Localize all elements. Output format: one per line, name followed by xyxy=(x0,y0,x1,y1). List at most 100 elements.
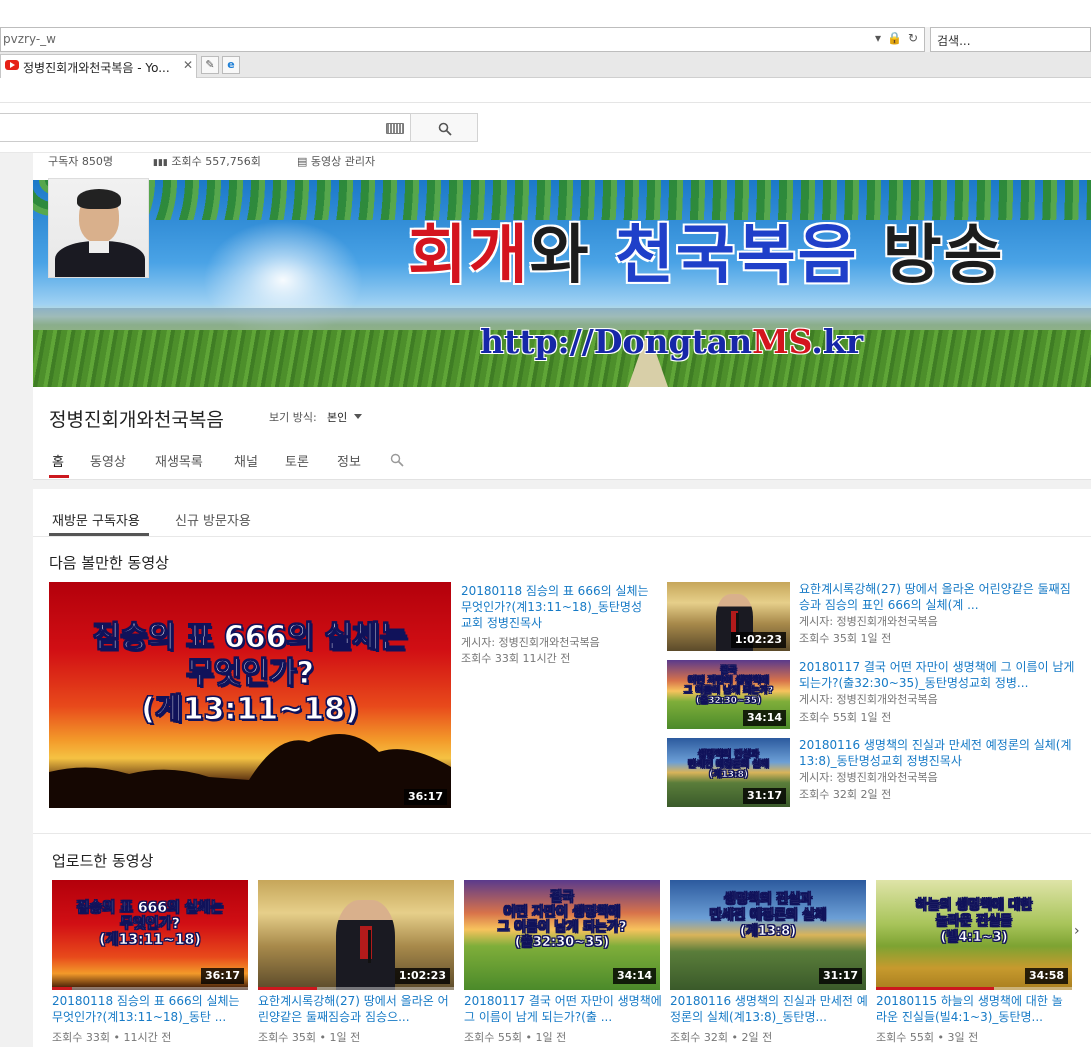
side-video-title[interactable]: 20180117 결국 어떤 자만이 생명책에 그 이름이 남게 되는가?(출3… xyxy=(799,659,1075,691)
dropdown-icon[interactable]: ▾ xyxy=(875,31,881,45)
thumb-line: 생명책의 진실과 xyxy=(697,750,760,761)
side-video-meta: 조회수 55회 1일 전 xyxy=(799,711,892,724)
address-text: pvzry-_w xyxy=(3,32,56,46)
channel-header: 정병진회개와천국복음 보기 방식: 본인 홈 동영상 재생목록 채널 토론 정보 xyxy=(33,387,1091,480)
channel-stats-bar: 구독자 850명 ▮▮▮ 조회수 557,756회 ▤ 동영상 관리자 xyxy=(33,153,1091,181)
banner-leaves xyxy=(33,180,1091,220)
video-duration: 34:58 xyxy=(1024,968,1068,984)
upload-video-thumbnail[interactable]: 1:02:23 xyxy=(258,880,454,990)
thumb-line: 결국 xyxy=(550,890,574,906)
tab-close-icon[interactable]: ✕ xyxy=(183,58,193,72)
banner-title-part: 와 xyxy=(529,218,615,293)
browser-tab-youtube[interactable]: 정병진회개와천국복음 - Yo... ✕ xyxy=(0,54,197,78)
upload-video-thumbnail[interactable]: 결국 어떤 자만이 생명책에 그 이름이 남게 되는가? (출32:30~35)… xyxy=(464,880,660,990)
banner-url: http://DongtanMS.kr xyxy=(480,322,863,361)
thumb-line: (출32:30~35) xyxy=(695,696,762,707)
side-video-meta: 조회수 35회 1일 전 xyxy=(799,632,892,645)
featured-video-thumbnail[interactable]: 짐승의 표 666의 실체는 무엇인가? (계13:11~18) 36:17 xyxy=(49,582,451,808)
side-video-thumbnail[interactable]: 생명책의 진실과 만세전 예정론의 실체 (계13:8) 31:17 xyxy=(667,738,790,807)
video-duration: 34:14 xyxy=(612,968,656,984)
upload-video-meta: 조회수 55회 • 3일 전 xyxy=(876,1031,979,1044)
tab-playlists[interactable]: 재생목록 xyxy=(155,451,203,470)
tab-discussion[interactable]: 토론 xyxy=(285,451,309,470)
avatar-collar xyxy=(89,241,109,253)
upload-video-thumbnail[interactable]: 짐승의 표 666의 실체는 무엇인가? (계13:11~18) 36:17 xyxy=(52,880,248,990)
thumb-line: 그 이름이 남게 되는가? xyxy=(683,686,774,697)
upload-video-thumbnail[interactable]: 생명책의 진실과 만세전 예정론의 실체 (계13:8) 31:17 xyxy=(670,880,866,990)
thumb-line: (계13:8) xyxy=(709,770,748,781)
thumb-line: 생명책의 진실과 xyxy=(723,892,813,908)
thumb-line: 무엇인가? xyxy=(120,916,180,933)
side-video-poster[interactable]: 게시자: 정병진회개와천국복음 xyxy=(799,613,1075,629)
active-tab-indicator xyxy=(49,475,69,478)
side-video-title[interactable]: 20180116 생명책의 진실과 만세전 예정론의 실체(계13:8)_동탄명… xyxy=(799,737,1075,769)
video-duration: 31:17 xyxy=(818,968,862,984)
side-video-poster[interactable]: 게시자: 정병진회개와천국복음 xyxy=(799,691,1075,707)
thumb-line: 어떤 자만이 생명책에 xyxy=(688,676,769,687)
tab-home[interactable]: 홈 xyxy=(52,451,64,470)
side-video-poster[interactable]: 게시자: 정병진회개와천국복음 xyxy=(799,769,1075,785)
side-video-title[interactable]: 요한계시록강해(27) 땅에서 올라온 어린양같은 둘째짐승과 짐승의 표인 6… xyxy=(799,581,1075,613)
upload-video-title[interactable]: 요한계시록강해(27) 땅에서 올라온 어린양같은 둘째짐승과 짐승으... xyxy=(258,993,456,1025)
view-as-dropdown[interactable]: 본인 xyxy=(327,409,347,425)
chevron-down-icon[interactable] xyxy=(354,414,362,419)
upload-video-meta: 조회수 55회 • 1일 전 xyxy=(464,1031,567,1044)
banner-url-part: http://Dongtan xyxy=(480,322,753,361)
section-title-watch-next: 다음 볼만한 동영상 xyxy=(49,554,169,572)
upload-video-title[interactable]: 20180117 결국 어떤 자만이 생명책에 그 이름이 남게 되는가?(출 … xyxy=(464,993,662,1025)
video-manager-label: 동영상 관리자 xyxy=(310,155,376,168)
refresh-icon[interactable]: ↻ xyxy=(908,31,918,45)
chevron-right-icon[interactable]: › xyxy=(1074,923,1080,939)
thumb-line: 어떤 자만이 생명책에 xyxy=(503,905,621,921)
featured-thumb-line: (계13:11~18) xyxy=(141,692,359,728)
side-video-thumbnail[interactable]: 1:02:23 xyxy=(667,582,790,651)
tab-channels[interactable]: 채널 xyxy=(234,451,258,470)
tab-about[interactable]: 정보 xyxy=(337,451,361,470)
thumb-line: 짐승의 표 666의 실체는 xyxy=(76,900,224,917)
banner-title-part: 회개 xyxy=(408,218,530,293)
featured-video-poster[interactable]: 게시자: 정병진회개와천국복음 xyxy=(461,634,661,650)
video-duration: 36:17 xyxy=(200,968,244,984)
section-title-uploads: 업로드한 동영상 xyxy=(52,852,154,870)
ie-icon[interactable]: e xyxy=(222,56,240,74)
tab-videos[interactable]: 동영상 xyxy=(90,451,126,470)
channel-banner: 회개와 천국복음 방송 http://DongtanMS.kr xyxy=(33,180,1091,387)
lock-icon[interactable]: 🔒 xyxy=(887,31,902,45)
channel-name[interactable]: 정병진회개와천국복음 xyxy=(49,405,224,432)
video-duration: 1:02:23 xyxy=(394,968,450,984)
banner-url-part: .kr xyxy=(811,322,864,361)
upload-video-meta: 조회수 35회 • 1일 전 xyxy=(258,1031,361,1044)
tab-new-visitors[interactable]: 신규 방문자용 xyxy=(175,510,251,529)
upload-video-title[interactable]: 20180118 짐승의 표 666의 실체는 무엇인가?(계13:11~18)… xyxy=(52,993,250,1025)
featured-video-title[interactable]: 20180118 짐승의 표 666의 실체는 무엇인가?(계13:11~18)… xyxy=(461,583,651,631)
youtube-search-button[interactable] xyxy=(410,113,478,142)
new-tab-icon[interactable]: ✎ xyxy=(201,56,219,74)
progress-track xyxy=(52,987,248,990)
channel-content: 재방문 구독자용 신규 방문자용 다음 볼만한 동영상 짐승의 표 666의 실… xyxy=(33,489,1091,1047)
channel-search-icon[interactable] xyxy=(390,453,404,467)
divider xyxy=(0,102,1091,103)
video-manager-link[interactable]: ▤ 동영상 관리자 xyxy=(297,153,375,169)
banner-url-part: MS xyxy=(752,322,812,361)
upload-video-title[interactable]: 20180116 생명책의 진실과 만세전 예정론의 실체(계13:8)_동탄명… xyxy=(670,993,868,1025)
video-duration: 31:17 xyxy=(742,788,786,804)
tab-title: 정병진회개와천국복음 - Yo... xyxy=(23,61,170,75)
youtube-favicon-icon xyxy=(5,60,19,70)
featured-thumb-line: 무엇인가? xyxy=(186,656,315,692)
thumb-line: 하늘의 생명책에 대한 xyxy=(915,898,1033,914)
address-bar[interactable]: pvzry-_w ▾ 🔒 ↻ xyxy=(0,27,925,52)
keyboard-icon[interactable] xyxy=(386,123,404,134)
youtube-search-input[interactable] xyxy=(0,113,411,142)
thumb-line: 만세전 예정론의 실체 xyxy=(688,760,769,771)
tab-returning-subscribers[interactable]: 재방문 구독자용 xyxy=(52,510,140,529)
upload-video-title[interactable]: 20180115 하늘의 생명책에 대한 놀라운 진실들(빌4:1~3)_동탄명… xyxy=(876,993,1072,1025)
browser-search-input[interactable]: 검색... xyxy=(930,27,1091,52)
upload-video-thumbnail[interactable]: 하늘의 생명책에 대한 놀라운 진실들 (빌4:1~3) 34:58 xyxy=(876,880,1072,990)
search-icon xyxy=(438,122,452,136)
channel-avatar[interactable] xyxy=(48,178,149,278)
side-video-thumbnail[interactable]: 결국 어떤 자만이 생명책에 그 이름이 남게 되는가? (출32:30~35)… xyxy=(667,660,790,729)
watched-progress-bar xyxy=(876,987,994,990)
thumb-line: (계13:11~18) xyxy=(99,932,201,949)
divider xyxy=(33,536,1091,537)
avatar-hair xyxy=(77,189,121,209)
